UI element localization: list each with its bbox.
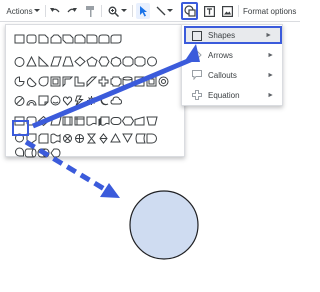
instruction-arrow-head	[184, 44, 200, 62]
dashed-arrow-head	[100, 183, 120, 198]
instruction-arrow-line	[32, 55, 196, 129]
annotation-overlay	[12, 44, 200, 260]
dashed-arrow-line	[24, 139, 108, 193]
drawn-circle-shape[interactable]	[129, 190, 199, 260]
oval-shape-highlight	[12, 120, 29, 136]
